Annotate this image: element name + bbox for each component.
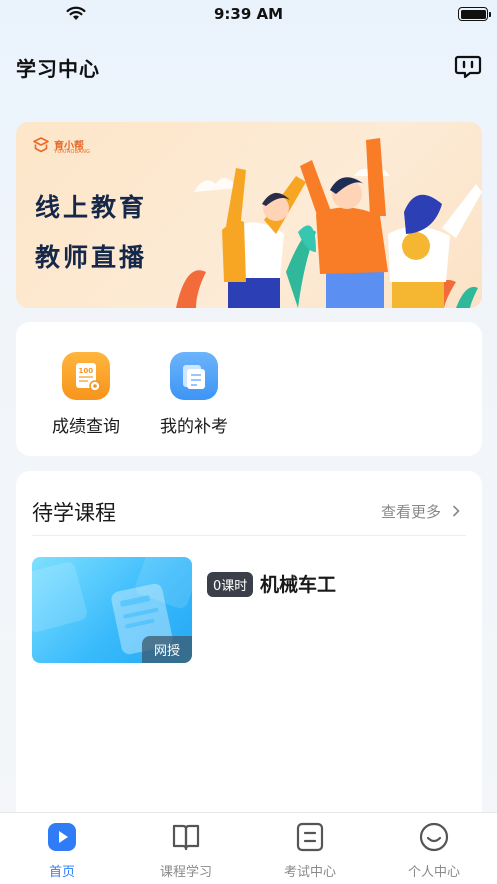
tab-home[interactable]: 首页 bbox=[0, 821, 124, 880]
course-name: 机械车工 bbox=[260, 574, 337, 596]
battery-icon bbox=[458, 7, 491, 21]
promo-banner[interactable]: 育小帮 YUXIAOBANG 线上教育 教师直播 bbox=[16, 122, 482, 308]
profile-icon bbox=[419, 822, 449, 852]
book-icon bbox=[172, 824, 200, 851]
logo-subtext: YUXIAOBANG bbox=[54, 149, 91, 155]
section-title: 待学课程 bbox=[32, 501, 116, 525]
banner-headline: 线上教育 bbox=[35, 193, 148, 222]
home-icon bbox=[48, 823, 76, 851]
status-bar: 9:39 AM bbox=[0, 0, 497, 30]
status-time: 9:39 AM bbox=[213, 5, 284, 23]
view-more-label: 查看更多 bbox=[381, 503, 442, 521]
score-query-button[interactable]: 100 成绩查询 bbox=[31, 352, 141, 437]
tab-course-study-label: 课程学习 bbox=[159, 865, 212, 880]
tab-home-label: 首页 bbox=[48, 865, 75, 880]
page-title: 学习中心 bbox=[16, 57, 100, 81]
view-more-link[interactable]: 查看更多 bbox=[381, 501, 462, 522]
svg-text:100: 100 bbox=[79, 367, 94, 375]
tab-course-study[interactable]: 课程学习 bbox=[124, 821, 248, 880]
course-thumbnail: 网授 bbox=[32, 557, 192, 663]
message-icon[interactable] bbox=[453, 52, 483, 82]
course-type-badge: 网授 bbox=[141, 636, 192, 663]
score-query-label: 成绩查询 bbox=[52, 417, 120, 437]
makeup-exam-button[interactable]: 我的补考 bbox=[139, 352, 249, 437]
quick-actions-card: 100 成绩查询 我的补考 bbox=[16, 322, 482, 456]
makeup-exam-icon bbox=[170, 352, 218, 400]
tab-profile[interactable]: 个人中心 bbox=[372, 821, 496, 880]
banner-subheadline: 教师直播 bbox=[35, 243, 148, 272]
divider bbox=[32, 535, 466, 536]
banner-illustration bbox=[176, 138, 482, 308]
makeup-exam-label: 我的补考 bbox=[160, 417, 228, 437]
tab-profile-label: 个人中心 bbox=[407, 865, 460, 880]
logo-icon bbox=[33, 137, 49, 153]
lesson-count-badge: 0课时 bbox=[207, 572, 254, 597]
tab-exam-center[interactable]: 考试中心 bbox=[248, 821, 372, 880]
tab-bar: 首页 课程学习 考试中心 个人中心 bbox=[0, 812, 497, 884]
chevron-right-icon bbox=[452, 505, 460, 517]
score-report-icon: 100 bbox=[62, 352, 110, 400]
brand-logo: 育小帮 YUXIAOBANG bbox=[32, 136, 90, 158]
exam-icon bbox=[296, 822, 324, 852]
pending-courses-card: 待学课程 查看更多 网授 0课时 机械车工 bbox=[16, 471, 482, 871]
tab-exam-center-label: 考试中心 bbox=[283, 865, 336, 880]
